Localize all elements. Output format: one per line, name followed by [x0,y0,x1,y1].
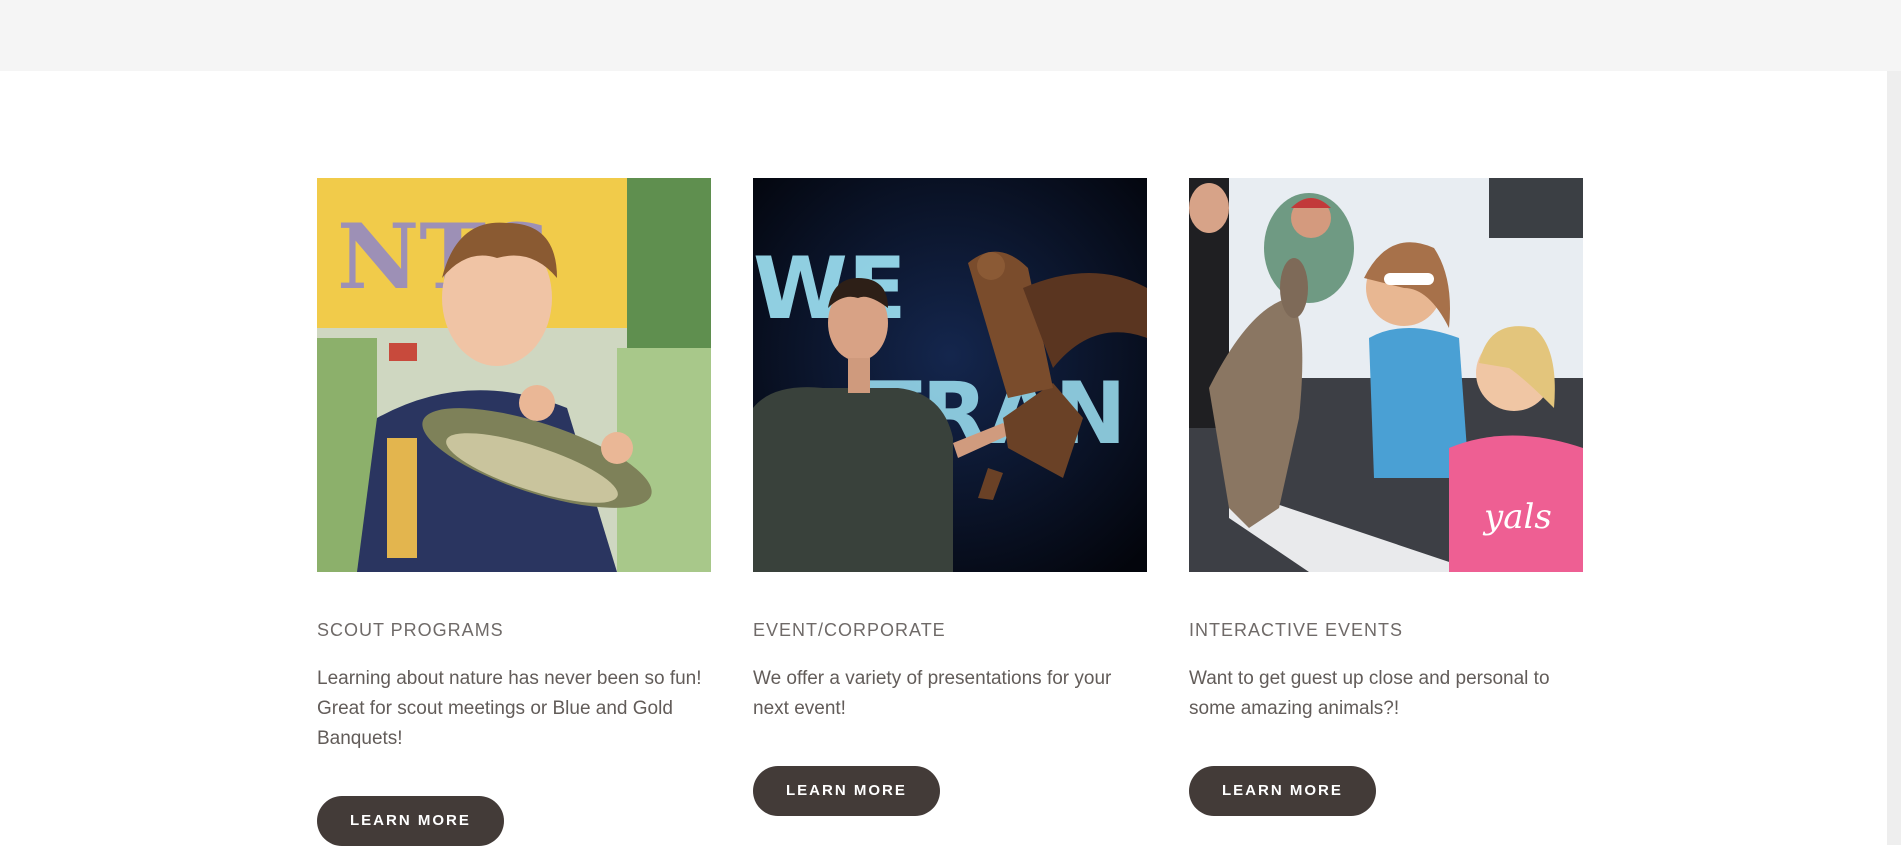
learn-more-button[interactable]: LEARN MORE [753,766,940,816]
card-title: EVENT/CORPORATE [753,620,946,640]
card-interactive-events: yals INTERACTIVE EVENTS Want to get gues… [1189,178,1583,816]
scrollbar-track[interactable] [1887,71,1901,845]
card-title: INTERACTIVE EVENTS [1189,620,1404,640]
top-band [0,0,1901,71]
event-photo[interactable]: WE TRAN [753,178,1147,572]
svg-text:yals: yals [1482,497,1552,537]
card-description: Learning about nature has never been so … [317,668,702,749]
card-description: Want to get guest up close and personal … [1189,668,1550,719]
card-title: SCOUT PROGRAMS [317,620,504,640]
interactive-photo[interactable]: yals [1189,178,1583,572]
card-description: We offer a variety of presentations for … [753,668,1112,719]
learn-more-button[interactable]: LEARN MORE [317,796,504,846]
card-scout-programs: NTS SCOUT PROGRAMS Learning about nature… [317,178,711,846]
card-event-corporate: WE TRAN EVENT/CORPORATE We offer a varie… [753,178,1147,816]
scout-photo[interactable]: NTS [317,178,711,572]
learn-more-button[interactable]: LEARN MORE [1189,766,1376,816]
